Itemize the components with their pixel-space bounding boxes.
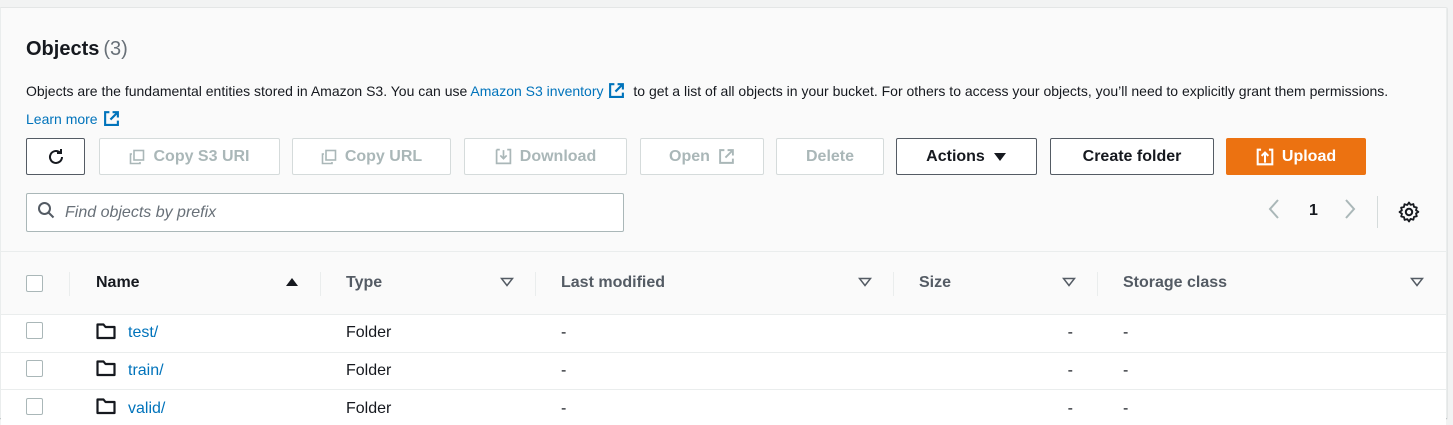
sort-icon (1409, 274, 1425, 292)
copy-icon (321, 149, 337, 165)
sort-ascending-icon (285, 274, 299, 292)
objects-table: Name Type Last modified Size Storage cla… (1, 251, 1446, 425)
object-name-link[interactable]: test/ (128, 324, 158, 342)
description-text-1: Objects are the fundamental entities sto… (26, 83, 468, 99)
copy-icon (129, 149, 145, 165)
delete-button[interactable]: Delete (776, 138, 884, 175)
column-header-last-modified[interactable]: Last modified (536, 252, 894, 315)
folder-icon (96, 322, 116, 345)
download-label: Download (519, 147, 597, 165)
column-header-storage-class[interactable]: Storage class (1098, 252, 1446, 315)
column-size-label: Size (919, 274, 952, 291)
copy-s3-uri-label: Copy S3 URI (153, 147, 250, 165)
copy-s3-uri-button[interactable]: Copy S3 URI (99, 138, 280, 175)
type-cell: Folder (346, 361, 392, 379)
next-page-button[interactable] (1343, 196, 1357, 226)
sort-icon (857, 274, 873, 292)
table-row[interactable]: test/ Folder - - - (1, 315, 1446, 352)
title-text: Objects (26, 38, 100, 60)
description-text-2: to get a list of all objects in your buc… (633, 83, 1389, 99)
row-checkbox[interactable] (26, 322, 43, 340)
row-checkbox[interactable] (26, 397, 43, 415)
page-number[interactable]: 1 (1309, 196, 1318, 226)
create-folder-button[interactable]: Create folder (1050, 138, 1214, 175)
sort-icon (1061, 274, 1077, 292)
table-header-row: Name Type Last modified Size Storage cla… (1, 251, 1446, 315)
type-cell: Folder (346, 324, 392, 342)
column-name-label: Name (96, 274, 140, 291)
search-icon (37, 201, 55, 224)
search-input[interactable] (65, 203, 605, 222)
inventory-link[interactable]: Amazon S3 inventory (470, 83, 603, 99)
actions-label: Actions (926, 147, 985, 165)
chevron-right-icon (1343, 198, 1357, 225)
previous-page-button[interactable] (1267, 196, 1281, 226)
object-name-link[interactable]: train/ (128, 362, 164, 380)
page-title: Objects (3) (26, 38, 128, 61)
actions-dropdown[interactable]: Actions (896, 138, 1037, 175)
open-label: Open (669, 147, 710, 165)
folder-icon (96, 359, 116, 382)
copy-url-label: Copy URL (344, 147, 423, 165)
table-row[interactable]: valid/ Folder - - - (1, 390, 1446, 425)
upload-icon (1256, 148, 1274, 166)
column-storage-class-label: Storage class (1123, 274, 1228, 291)
delete-label: Delete (805, 147, 855, 165)
objects-header: Objects (3) Objects are the fundamental e… (1, 8, 1446, 251)
object-count: (3) (103, 38, 128, 60)
storage-class-cell: - (1123, 361, 1129, 379)
column-header-name[interactable]: Name (70, 252, 321, 315)
column-header-size[interactable]: Size (894, 252, 1098, 315)
object-name-link[interactable]: valid/ (128, 400, 165, 418)
last-modified-cell: - (561, 399, 567, 417)
learn-more-link[interactable]: Learn more (26, 111, 98, 127)
size-cell: - (1067, 324, 1073, 342)
open-button[interactable]: Open (640, 138, 764, 175)
row-checkbox[interactable] (26, 359, 43, 377)
storage-class-cell: - (1123, 399, 1129, 417)
external-link-icon (718, 148, 735, 165)
external-link-icon[interactable] (103, 110, 120, 135)
pagination-divider (1377, 196, 1378, 228)
copy-url-button[interactable]: Copy URL (292, 138, 451, 175)
refresh-button[interactable] (26, 138, 85, 175)
select-all-cell (1, 252, 70, 315)
select-all-checkbox[interactable] (26, 274, 43, 292)
column-type-label: Type (346, 274, 383, 291)
external-link-icon[interactable] (608, 82, 625, 107)
caret-down-icon (993, 152, 1007, 162)
download-button[interactable]: Download (464, 138, 627, 175)
column-header-type[interactable]: Type (321, 252, 536, 315)
table-row[interactable]: train/ Folder - - - (1, 352, 1446, 390)
column-last-modified-label: Last modified (561, 274, 666, 291)
create-folder-label: Create folder (1082, 147, 1182, 165)
download-icon (495, 148, 512, 165)
size-cell: - (1067, 361, 1073, 379)
upload-label: Upload (1281, 147, 1337, 165)
gear-icon[interactable] (1397, 200, 1421, 229)
last-modified-cell: - (561, 324, 567, 342)
folder-icon (96, 397, 116, 420)
description: Objects are the fundamental entities sto… (26, 79, 1406, 135)
search-box[interactable] (26, 193, 624, 232)
sort-icon (499, 274, 515, 292)
size-cell: - (1067, 399, 1073, 417)
upload-button[interactable]: Upload (1226, 138, 1366, 175)
chevron-left-icon (1267, 198, 1281, 225)
last-modified-cell: - (561, 361, 567, 379)
storage-class-cell: - (1123, 324, 1129, 342)
refresh-icon (46, 147, 66, 167)
objects-panel: Objects (3) Objects are the fundamental e… (0, 7, 1447, 425)
type-cell: Folder (346, 399, 392, 417)
